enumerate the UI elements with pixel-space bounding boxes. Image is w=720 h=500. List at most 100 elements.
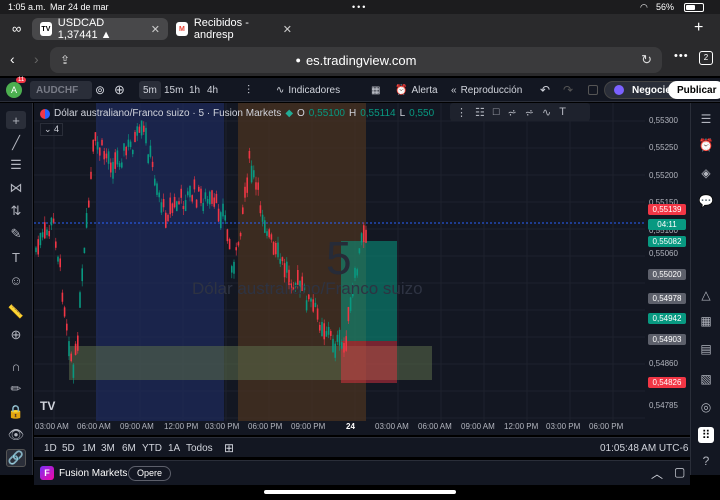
interval-5m[interactable]: 5m: [139, 81, 161, 99]
globe-icon[interactable]: ◎: [698, 399, 714, 415]
zoom-icon[interactable]: ⊕: [6, 326, 26, 344]
time-scale[interactable]: 03:00 AM 06:00 AM 09:00 AM 12:00 PM 03:0…: [34, 420, 645, 435]
compare-icon[interactable]: ⊚: [95, 81, 105, 99]
layout-icon[interactable]: ▦: [371, 81, 380, 99]
lock-icon[interactable]: 🔒: [6, 403, 26, 421]
sliders-icon[interactable]: ⩫: [508, 106, 517, 119]
candle-body: [250, 165, 253, 183]
maximize-icon[interactable]: ▢: [674, 465, 685, 479]
chevron-up-icon[interactable]: ︿: [651, 465, 663, 482]
tabs-count-icon[interactable]: 2: [699, 51, 713, 65]
candle-body: [158, 192, 160, 198]
candle-body: [143, 125, 145, 132]
more-icon[interactable]: •••: [674, 50, 689, 62]
emoji-icon[interactable]: ☺: [6, 271, 26, 289]
alert-button[interactable]: ⏰ Alerta: [395, 81, 438, 99]
link-icon[interactable]: 🔗: [6, 449, 26, 467]
fullscreen-icon[interactable]: [588, 85, 598, 95]
legend-o-label: O: [297, 108, 305, 119]
redo-icon[interactable]: ↷: [563, 81, 573, 99]
candle-body: [244, 186, 246, 198]
goto-date-icon[interactable]: ⊞: [224, 441, 234, 455]
watchlist-icon[interactable]: ☰: [698, 111, 714, 127]
legend-collapse[interactable]: ⌄ 4: [40, 123, 64, 136]
prediction-icon[interactable]: ⇅: [6, 202, 26, 220]
range-1m[interactable]: 1M: [82, 443, 96, 454]
undo-icon[interactable]: ↶: [540, 81, 550, 99]
interval-4h[interactable]: 4h: [207, 81, 218, 99]
candle-body: [105, 153, 108, 159]
url-field[interactable]: ⇪ ● es.tradingview.com ↻: [50, 47, 662, 73]
ideas-icon[interactable]: △: [698, 287, 714, 303]
tab-usdcad[interactable]: TV USDCAD 1,37441 ▲ ✕: [32, 17, 168, 41]
calendar-icon[interactable]: ▦: [698, 313, 714, 329]
grid-icon[interactable]: ⠿: [698, 427, 714, 443]
symbol-search[interactable]: AUDCHF: [30, 81, 92, 99]
back-icon[interactable]: ‹: [10, 51, 15, 67]
interval-15m[interactable]: 15m: [164, 81, 183, 99]
rectangle-icon[interactable]: □: [493, 106, 500, 118]
notifications-icon[interactable]: ▤: [698, 341, 714, 357]
candle-body: [96, 141, 99, 150]
range-1d[interactable]: 1D: [44, 443, 57, 454]
crosshair-icon[interactable]: +: [6, 111, 26, 129]
ruler-icon[interactable]: 📏: [6, 303, 26, 321]
trade-broker-button[interactable]: Opere: [128, 466, 172, 481]
range-3m[interactable]: 3M: [101, 443, 115, 454]
range-5d[interactable]: 5D: [62, 443, 75, 454]
settings-lines-icon[interactable]: ☷: [475, 106, 485, 119]
range-6m[interactable]: 6M: [122, 443, 136, 454]
share-icon[interactable]: ⇪: [60, 53, 70, 67]
interval-1h[interactable]: 1h: [189, 81, 200, 99]
replay-button[interactable]: « Reproducción: [451, 81, 522, 99]
chart-pane[interactable]: 5 Dólar australiano/Franco suizo Dólar a…: [34, 103, 645, 435]
candle-body: [345, 336, 347, 351]
range-ytd[interactable]: YTD: [142, 443, 162, 454]
price-scale[interactable]: 0,55300 0,55250 0,55200 0,55150 0,55100 …: [645, 103, 690, 435]
forward-icon[interactable]: ›: [34, 51, 39, 67]
reload-icon[interactable]: ↻: [641, 52, 652, 68]
wave-icon[interactable]: ∿: [542, 106, 551, 119]
alerts-clock-icon[interactable]: ⏰: [698, 137, 714, 153]
gallery-icon[interactable]: ▧: [698, 371, 714, 387]
clock-label[interactable]: 01:05:48 AM UTC-6: [600, 443, 688, 454]
drawing-toolbar: + ╱ ☰ ⋈ ⇅ ✎ T ☺ 📏 ⊕ ∩ ✏ 🔒 👁 🔗: [0, 103, 33, 475]
magnet-icon[interactable]: ∩: [6, 357, 26, 375]
help-icon[interactable]: ?: [698, 453, 714, 469]
candle-body: [151, 161, 154, 168]
trade-label: Negocie: [632, 84, 671, 96]
brush-icon[interactable]: ✎: [6, 225, 26, 243]
sliders-alt-icon[interactable]: ⩫: [525, 106, 534, 119]
avatar[interactable]: A: [6, 82, 22, 98]
range-todos[interactable]: Todos: [186, 443, 213, 454]
candle-body: [206, 199, 209, 204]
user-avatar[interactable]: A 11: [6, 77, 27, 99]
fib-icon[interactable]: ☰: [6, 156, 26, 174]
home-indicator[interactable]: [264, 490, 456, 494]
candle-body: [239, 232, 242, 237]
legend-title[interactable]: Dólar australiano/Franco suizo · 5 · Fus…: [54, 108, 281, 119]
drawing-lock-icon[interactable]: ✏: [6, 380, 26, 398]
eye-icon[interactable]: 👁: [6, 426, 26, 444]
drag-handle-icon[interactable]: ⋮: [456, 106, 467, 119]
close-icon[interactable]: ✕: [151, 23, 160, 36]
text-tool-icon[interactable]: T: [559, 106, 566, 118]
candle-body: [85, 213, 88, 228]
chat-icon[interactable]: 💬: [698, 193, 714, 209]
range-1a[interactable]: 1A: [168, 443, 180, 454]
candle-body: [363, 225, 365, 243]
candle-body: [99, 147, 101, 156]
new-tab-icon[interactable]: +: [694, 19, 703, 37]
more-dots-icon[interactable]: •••: [352, 2, 367, 12]
tab-overview-icon[interactable]: ∞: [12, 21, 21, 36]
pattern-icon[interactable]: ⋈: [6, 179, 26, 197]
tab-gmail[interactable]: M Recibidos - andresp ✕: [168, 17, 300, 41]
trendline-icon[interactable]: ╱: [6, 134, 26, 152]
close-icon[interactable]: ✕: [283, 23, 292, 36]
indicators-button[interactable]: ∿ Indicadores: [276, 81, 340, 99]
text-icon[interactable]: T: [6, 248, 26, 266]
publish-button[interactable]: Publicar: [668, 81, 720, 99]
layers-icon[interactable]: ◈: [698, 165, 714, 181]
chart-type-icon[interactable]: ⫶: [247, 81, 250, 99]
add-symbol-icon[interactable]: ⊕: [114, 81, 125, 99]
